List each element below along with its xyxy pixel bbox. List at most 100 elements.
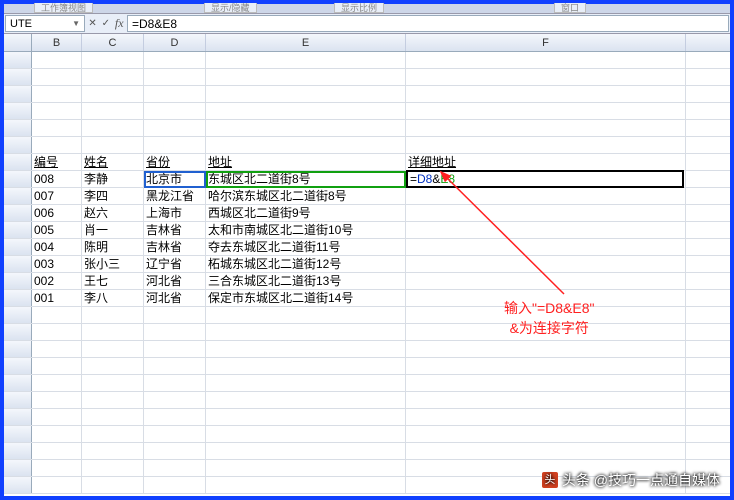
- cell[interactable]: 陈明: [82, 239, 144, 255]
- cell[interactable]: 007: [32, 188, 82, 204]
- app-window: 工作簿视图 显示/隐藏 显示比例 窗口 UTE ▼ ✕ ✓ fx =D8&E8 …: [0, 0, 734, 500]
- fx-icon[interactable]: fx: [115, 16, 124, 31]
- col-header-c[interactable]: C: [82, 34, 144, 51]
- grid-row: [4, 443, 730, 460]
- table-row: 004 陈明 吉林省 夺去东城区北二道街11号: [4, 239, 730, 256]
- name-box-value: UTE: [10, 18, 32, 30]
- cell[interactable]: 王七: [82, 273, 144, 289]
- grid-row: [4, 341, 730, 358]
- grid-row: [4, 392, 730, 409]
- cell[interactable]: 河北省: [144, 290, 206, 306]
- cell[interactable]: 吉林省: [144, 222, 206, 238]
- formula-text: =D8&E8: [132, 17, 177, 31]
- watermark-text: 头条 @技巧一点通自媒体: [562, 470, 720, 490]
- cell[interactable]: 006: [32, 205, 82, 221]
- grid-row: [4, 103, 730, 120]
- cell[interactable]: 北京市: [144, 171, 206, 187]
- grid-row: [4, 137, 730, 154]
- cell[interactable]: 东城区北二道街8号: [206, 171, 406, 187]
- cell-header[interactable]: 姓名: [82, 154, 144, 170]
- cell[interactable]: 柘城东城区北二道街12号: [206, 256, 406, 272]
- watermark: 头 头条 @技巧一点通自媒体: [542, 470, 720, 490]
- cell-header[interactable]: 编号: [32, 154, 82, 170]
- cell[interactable]: 008: [32, 171, 82, 187]
- cell-header[interactable]: 地址: [206, 154, 406, 170]
- ribbon-tab[interactable]: 工作簿视图: [34, 3, 93, 13]
- cell[interactable]: 赵六: [82, 205, 144, 221]
- grid-row: [4, 375, 730, 392]
- cell[interactable]: 肖一: [82, 222, 144, 238]
- ribbon-tab[interactable]: 显示比例: [334, 3, 384, 13]
- table-row: 001 李八 河北省 保定市东城区北二道街14号: [4, 290, 730, 307]
- cell[interactable]: [406, 222, 686, 238]
- grid-row: [4, 69, 730, 86]
- grid-row: [4, 86, 730, 103]
- formula-bar-buttons: ✕ ✓ fx: [86, 14, 126, 33]
- annotation-text: 输入"=D8&E8" &为连接字符: [504, 299, 594, 338]
- spreadsheet-grid[interactable]: B C D E F 编号 姓名 省份 地址 详细地址: [4, 34, 730, 496]
- table-row: 003 张小三 辽宁省 柘城东城区北二道街12号: [4, 256, 730, 273]
- cell[interactable]: 张小三: [82, 256, 144, 272]
- cell[interactable]: 哈尔滨东城区北二道街8号: [206, 188, 406, 204]
- ribbon-strip: 工作簿视图 显示/隐藏 显示比例 窗口: [4, 4, 730, 14]
- formula-ref-d8: D8: [417, 172, 432, 186]
- ribbon-tab[interactable]: 显示/隐藏: [204, 3, 257, 13]
- watermark-logo-icon: 头: [542, 472, 558, 488]
- cell[interactable]: 三合东城区北二道街13号: [206, 273, 406, 289]
- col-header-b[interactable]: B: [32, 34, 82, 51]
- cell[interactable]: 李八: [82, 290, 144, 306]
- table-row: 002 王七 河北省 三合东城区北二道街13号: [4, 273, 730, 290]
- cell[interactable]: [406, 273, 686, 289]
- grid-row: [4, 324, 730, 341]
- cell[interactable]: 河北省: [144, 273, 206, 289]
- grid-row: [4, 409, 730, 426]
- grid-row: [4, 358, 730, 375]
- cell[interactable]: 夺去东城区北二道街11号: [206, 239, 406, 255]
- formula-ref-e8: E8: [440, 172, 455, 186]
- cell[interactable]: [406, 239, 686, 255]
- cell[interactable]: [406, 188, 686, 204]
- cell-header[interactable]: 省份: [144, 154, 206, 170]
- column-headers: B C D E F: [4, 34, 730, 52]
- cancel-icon[interactable]: ✕: [88, 18, 96, 29]
- confirm-icon[interactable]: ✓: [102, 18, 110, 29]
- grid-row: [4, 52, 730, 69]
- grid-row: [4, 120, 730, 137]
- cell-header[interactable]: 详细地址: [406, 154, 686, 170]
- name-box[interactable]: UTE ▼: [5, 15, 85, 32]
- col-header-f[interactable]: F: [406, 34, 686, 51]
- cell[interactable]: 吉林省: [144, 239, 206, 255]
- cell[interactable]: [406, 205, 686, 221]
- cell[interactable]: 004: [32, 239, 82, 255]
- annotation-line2: &为连接字符: [504, 319, 594, 339]
- annotation-line1: 输入"=D8&E8": [504, 299, 594, 319]
- cell[interactable]: 上海市: [144, 205, 206, 221]
- grid-row: [4, 426, 730, 443]
- grid-row: [4, 307, 730, 324]
- col-header-d[interactable]: D: [144, 34, 206, 51]
- active-cell-editor[interactable]: =D8&E8: [406, 170, 684, 188]
- select-all-corner[interactable]: [4, 34, 32, 51]
- formula-eq: =: [410, 172, 417, 186]
- ribbon-tab[interactable]: 窗口: [554, 3, 586, 13]
- table-row: 005 肖一 吉林省 太和市南城区北二道街10号: [4, 222, 730, 239]
- table-row: 006 赵六 上海市 西城区北二道街9号: [4, 205, 730, 222]
- cell[interactable]: 李四: [82, 188, 144, 204]
- col-header-e[interactable]: E: [206, 34, 406, 51]
- cell[interactable]: 005: [32, 222, 82, 238]
- cell[interactable]: 003: [32, 256, 82, 272]
- cell[interactable]: 002: [32, 273, 82, 289]
- cell[interactable]: 辽宁省: [144, 256, 206, 272]
- cell[interactable]: 保定市东城区北二道街14号: [206, 290, 406, 306]
- formula-bar: UTE ▼ ✕ ✓ fx =D8&E8: [4, 14, 730, 34]
- cell[interactable]: [406, 256, 686, 272]
- chevron-down-icon[interactable]: ▼: [72, 19, 80, 28]
- cell[interactable]: 西城区北二道街9号: [206, 205, 406, 221]
- cell[interactable]: 李静: [82, 171, 144, 187]
- cell[interactable]: 黑龙江省: [144, 188, 206, 204]
- header-row: 编号 姓名 省份 地址 详细地址: [4, 154, 730, 171]
- grid-rows: 编号 姓名 省份 地址 详细地址 008 李静 北京市 东城区北二道街8号 00…: [4, 52, 730, 494]
- cell[interactable]: 001: [32, 290, 82, 306]
- formula-input[interactable]: =D8&E8: [127, 15, 729, 32]
- cell[interactable]: 太和市南城区北二道街10号: [206, 222, 406, 238]
